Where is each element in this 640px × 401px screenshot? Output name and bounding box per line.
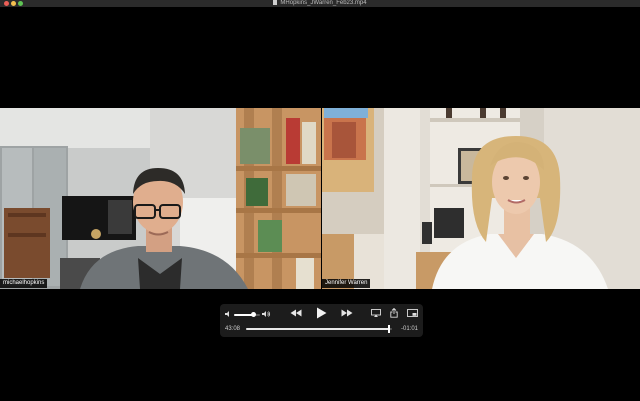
fast-forward-icon[interactable] bbox=[341, 309, 353, 320]
speaker-high-icon[interactable] bbox=[261, 310, 271, 321]
window-title: MHopkins_JWarren_Feb23.mp4 bbox=[0, 0, 640, 7]
elapsed-time: 43:08 bbox=[225, 326, 241, 332]
rewind-icon[interactable] bbox=[290, 309, 302, 320]
playback-progress-fill bbox=[246, 328, 389, 330]
play-button[interactable] bbox=[316, 307, 327, 322]
speaker-low-icon[interactable] bbox=[223, 310, 232, 321]
picture-in-picture-icon[interactable] bbox=[407, 309, 418, 320]
window-title-text: MHopkins_JWarren_Feb23.mp4 bbox=[280, 0, 367, 7]
playback-scrubber[interactable] bbox=[246, 325, 392, 333]
media-player-controls: 43:08 -01:01 bbox=[220, 304, 423, 337]
video-frame-right bbox=[322, 108, 640, 289]
share-icon[interactable] bbox=[389, 307, 398, 321]
video-feed-michaelhopkins: michaelhopkins bbox=[0, 108, 321, 289]
participant-name-tag: Jennifer Warren bbox=[322, 279, 371, 288]
window-titlebar: MHopkins_JWarren_Feb23.mp4 bbox=[0, 0, 640, 7]
video-frame-left bbox=[0, 108, 321, 289]
airplay-icon[interactable] bbox=[371, 309, 381, 320]
volume-slider[interactable] bbox=[234, 312, 260, 317]
document-icon bbox=[273, 0, 278, 5]
volume-slider-knob[interactable] bbox=[251, 312, 256, 317]
playback-scrubber-handle[interactable] bbox=[387, 325, 390, 333]
video-feed-jennifer-warren: Jennifer Warren bbox=[322, 108, 640, 289]
play-icon bbox=[317, 307, 327, 319]
remaining-time: -01:01 bbox=[400, 326, 418, 332]
participant-name-tag: michaelhopkins bbox=[0, 279, 48, 288]
